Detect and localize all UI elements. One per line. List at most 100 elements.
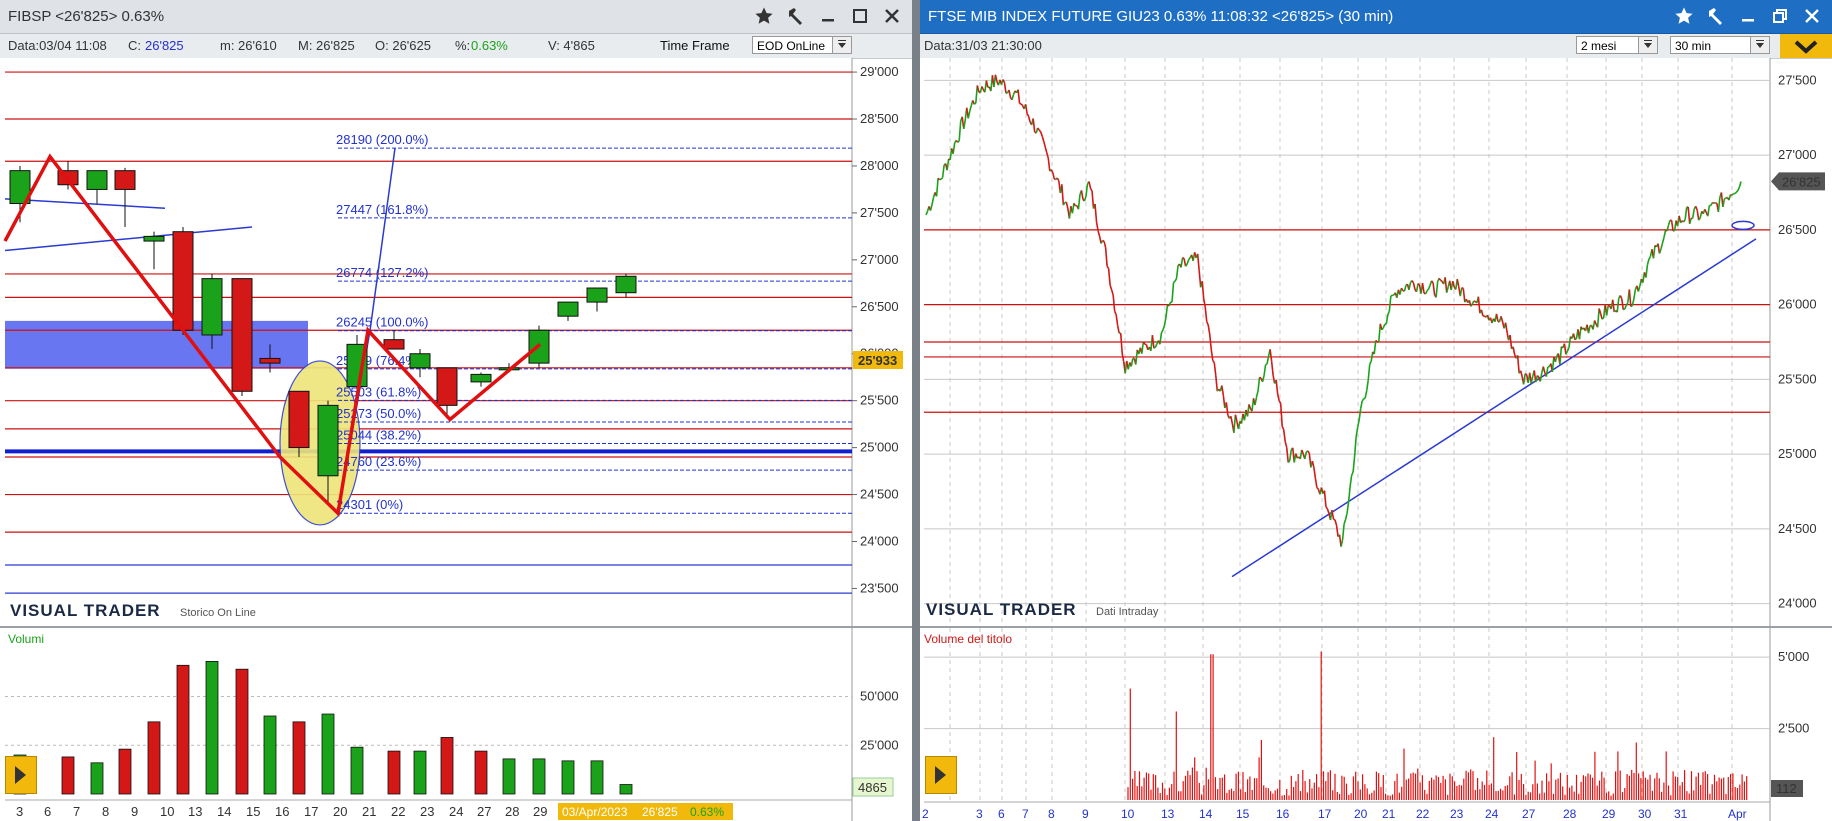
price-segment [1172,280,1176,284]
draw-tool-icon[interactable] [780,3,812,29]
fib-level-label: 26774 (127.2%) [336,265,429,280]
price-segment [1265,363,1268,366]
volume-bar [205,661,219,795]
y-tick-label: 24'500 [860,487,899,502]
chevron-down-icon[interactable] [832,37,851,53]
x-tick-label: 16 [1276,807,1290,821]
volume-badge: 112 [1776,781,1797,796]
x-tick-label: 27 [1522,807,1536,821]
volume-bar [440,737,454,795]
price-segment [1426,288,1430,292]
volume-title: Volume del titolo [924,632,1012,646]
last-price-badge: 26'825 [1782,174,1821,189]
maximize-icon[interactable] [844,3,876,29]
price-segment [940,177,944,180]
x-tick-label: 28 [505,804,519,819]
y-tick-label: 50'000 [860,689,899,704]
x-tick-label: 9 [131,804,138,819]
restore-icon[interactable] [1764,3,1796,29]
x-tick-label: 14 [217,804,231,819]
y-tick-label: 24'000 [1778,596,1817,611]
volume-bar [321,713,335,795]
y-tick-label: 5'000 [1778,649,1809,664]
x-tick-label: 8 [1048,807,1055,821]
collapse-toolbar-button[interactable] [1780,34,1832,58]
chevron-right-icon [15,766,26,784]
candle-body [436,367,458,406]
y-tick-label: 29'000 [860,64,899,79]
x-tick-label: 16 [275,804,289,819]
price-segment [1524,373,1528,376]
star-icon[interactable] [1668,3,1700,29]
info-max: M: 26'825 [298,38,355,53]
y-tick-label: 26'500 [1778,222,1817,237]
info-close-label: C: [128,38,141,53]
volume-bar [350,746,364,795]
fib-level-label: 28190 (200.0%) [336,132,429,147]
panel-expand-button[interactable] [925,756,957,794]
star-icon[interactable] [748,3,780,29]
candle-body [172,231,194,331]
right-volume-chart: 2'5005'000Volume del titolo2 3 6 7 8 9 10 13 14 1… [920,628,1809,821]
right-titlebar: FTSE MIB INDEX FUTURE GIU23 0.63% 11:08:… [920,0,1832,34]
price-segment [1440,279,1443,283]
volume-bar [387,750,401,795]
right-info-bar: Data:31/03 21:30:00 2 mesi 30 min [920,34,1832,59]
x-tick-label: 22 [1416,807,1430,821]
volume-bar [118,748,132,795]
price-segment [1363,397,1366,400]
date-badge-date: 03/Apr/2023 [562,805,628,819]
volume-bar [147,721,161,795]
x-tick-label: 8 [102,804,109,819]
chevron-right-icon [935,766,946,784]
left-price-chart: 23'50024'00024'50025'00025'50026'00026'5… [0,58,903,626]
volume-bar [590,760,604,795]
volume-bar [90,762,104,795]
interval-select[interactable]: 30 min [1670,36,1770,54]
candle-body [615,275,637,294]
x-tick-label: 27 [477,804,491,819]
right-price-chart: 24'000 24'500 25'000 25'500 26'000 26'500 27'0… [920,58,1825,626]
period-value: 2 mesi [1581,39,1617,53]
x-tick-label: 23 [1450,807,1464,821]
period-select[interactable]: 2 mesi [1576,36,1658,54]
price-segment [1417,283,1421,286]
minimize-icon[interactable] [812,3,844,29]
candle-body [201,278,223,336]
price-segment [973,102,977,105]
x-tick-label: 10 [1121,807,1135,821]
close-icon[interactable] [876,3,908,29]
candle-body [288,390,310,449]
x-tick-label: 24 [449,804,463,819]
info-pct-label: %: [455,38,471,53]
y-tick-label: 26'500 [860,299,899,314]
price-segment [1316,487,1319,490]
info-pct-value: 0.63% [471,38,508,53]
price-segment [1259,376,1262,379]
minimize-icon[interactable] [1732,3,1764,29]
x-tick-label: 29 [533,804,547,819]
timeframe-select[interactable]: EOD OnLine [752,36,852,54]
x-tick-label: 28 [1563,807,1577,821]
volume-bar [263,715,277,795]
right-chart-window: FTSE MIB INDEX FUTURE GIU23 0.63% 11:08:… [920,0,1832,821]
price-segment [1601,317,1605,320]
chevron-down-icon[interactable] [1638,37,1657,53]
x-tick-label: 6 [44,804,51,819]
chevron-down-icon[interactable] [1750,37,1769,53]
price-segment [1390,294,1393,297]
candle-body [86,170,108,190]
draw-tool-icon[interactable] [1700,3,1732,29]
brand-subtitle: Storico On Line [180,607,256,619]
target-ellipse [1731,220,1755,231]
x-tick-label: 6 [998,807,1005,821]
volume-bar [474,750,488,795]
y-tick-label: 25'500 [860,393,899,408]
x-tick-label: 29 [1602,807,1616,821]
x-tick-label: 21 [1382,807,1396,821]
panel-expand-button[interactable] [5,756,37,794]
x-tick-label: 20 [333,804,347,819]
left-info-bar: Data:03/04 11:08 C: 26'825 m: 26'610 M: … [0,34,912,59]
close-icon[interactable] [1796,3,1828,29]
candle-body [259,357,281,364]
